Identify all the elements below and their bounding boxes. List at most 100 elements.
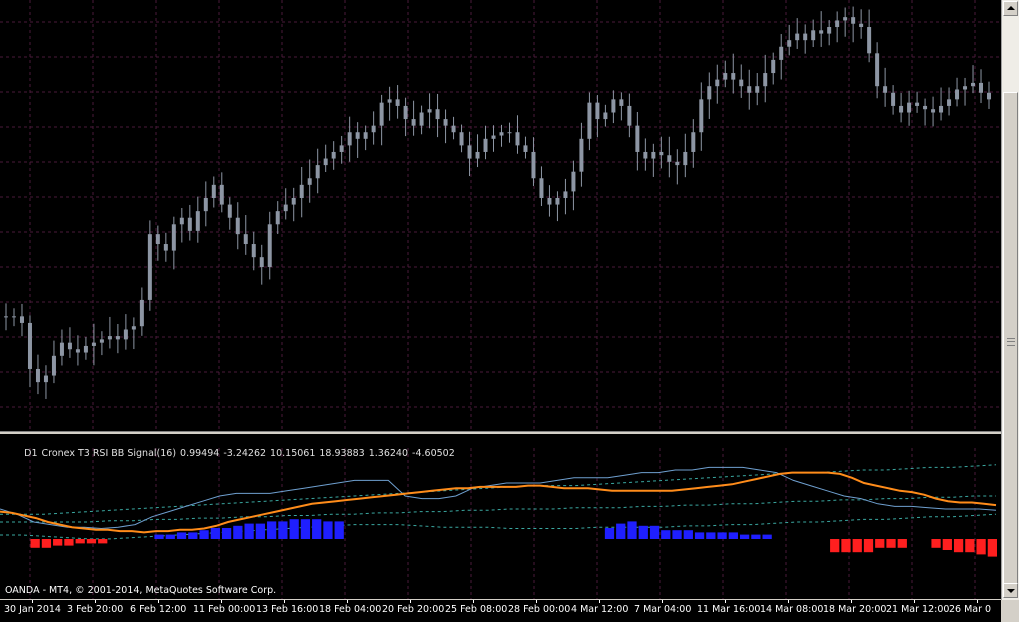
time-axis-label: 30 Jan 2014 [4, 604, 61, 615]
time-axis-label: 4 Mar 12:00 [571, 604, 629, 615]
candle-body [443, 119, 448, 126]
candle-body [291, 197, 296, 205]
candle-body [939, 105, 944, 113]
candle-body [219, 184, 224, 205]
candle-body [947, 99, 952, 106]
upper-band-line [0, 464, 997, 515]
histogram-bar-down [98, 539, 108, 544]
histogram-bar-up [278, 521, 288, 539]
histogram-bar-down [931, 539, 941, 548]
time-axis-label: 18 Feb 04:00 [319, 604, 382, 615]
time-tick [662, 600, 663, 603]
candle-body [51, 355, 56, 376]
candle-body [59, 342, 64, 356]
candle-body [227, 204, 232, 218]
candle-body [603, 112, 608, 120]
time-tick [977, 600, 978, 603]
time-axis[interactable]: 30 Jan 2014 3 Feb 20:00 6 Feb 12:00 11 Feb … [0, 600, 1001, 622]
histogram-bar-up [616, 523, 626, 539]
candle-body [787, 40, 792, 47]
candle-body [347, 132, 352, 146]
candle-body [163, 244, 168, 251]
histogram-bar-up [627, 521, 637, 539]
histogram-bar-up [649, 525, 660, 539]
price-chart-pane[interactable] [0, 0, 1001, 432]
vertical-scrollbar[interactable] [1001, 0, 1019, 600]
candle-body [563, 191, 568, 198]
candle-body [411, 119, 416, 126]
candle-body [19, 316, 24, 323]
candle-body [899, 105, 904, 113]
indicator-pane[interactable]: D1 Cronex T3 RSI BB Signal(16) 0.99494 -3.2… [0, 434, 1001, 599]
histogram-bar-up [176, 532, 187, 539]
candle-body [667, 155, 672, 162]
candle-body [371, 125, 376, 133]
candle-body [923, 105, 928, 110]
histogram-bar-up [267, 521, 277, 539]
time-tick [284, 600, 285, 603]
histogram-bar-up [672, 530, 682, 539]
histogram-bar-down [830, 539, 840, 553]
histogram-bar-up [244, 523, 254, 539]
time-tick [221, 600, 222, 603]
scroll-thumb[interactable] [1003, 92, 1018, 592]
time-tick [410, 600, 411, 603]
scroll-up-button[interactable] [1003, 1, 1018, 16]
candle-body [75, 349, 80, 353]
candle-body [739, 79, 744, 87]
candle-body [835, 20, 840, 28]
histogram-bar-down [897, 539, 907, 548]
histogram-bar-up [199, 530, 209, 539]
candle-body [715, 79, 720, 87]
candle-body [243, 234, 248, 245]
candle-body [451, 125, 456, 133]
histogram-bar-down [852, 539, 862, 553]
histogram-bar-down [953, 539, 964, 553]
candle-body [235, 217, 240, 235]
histogram-bar-up [233, 525, 243, 539]
candle-body [107, 336, 112, 340]
candle-body [323, 158, 328, 166]
candle-body [499, 132, 504, 136]
candle-body [843, 17, 848, 21]
histogram-bar-up [289, 519, 299, 539]
candle-body [891, 92, 896, 106]
histogram-bar-down [53, 539, 63, 546]
histogram-bar-down [965, 539, 975, 553]
candle-body [403, 105, 408, 120]
histogram-bar-up [154, 534, 164, 539]
scroll-down-button[interactable] [1003, 583, 1018, 598]
candle-body [707, 86, 712, 100]
time-axis-label: 14 Mar 08:00 [760, 604, 824, 615]
arrow-up-icon [1007, 6, 1015, 10]
histogram-bar-down [942, 539, 952, 550]
candle-body [491, 135, 496, 139]
histogram-bar-down [875, 539, 885, 548]
indicator-value-2: -3.24262 [223, 448, 267, 459]
chart-window[interactable]: D1 Cronex T3 RSI BB Signal(16) 0.99494 -3.2… [0, 0, 1019, 622]
candle-body [643, 151, 648, 159]
candle-body [963, 86, 968, 90]
time-tick [473, 600, 474, 603]
time-tick [347, 600, 348, 603]
candle-body [331, 151, 336, 159]
candle-body [35, 368, 40, 383]
candle-body [955, 89, 960, 100]
candle-body [483, 138, 488, 152]
histogram-bar-up [728, 532, 738, 539]
candle-body [683, 151, 688, 166]
histogram-bar-up [221, 528, 232, 539]
candle-body [619, 99, 624, 106]
candle-body [763, 73, 768, 87]
indicator-value-1: 0.99494 [180, 448, 220, 459]
candle-body [83, 345, 88, 353]
candle-body [315, 165, 320, 179]
histogram-bar-down [987, 539, 997, 557]
indicator-value-5: 1.36240 [368, 448, 409, 459]
histogram-bar-up [661, 530, 671, 539]
histogram-bar-up [706, 532, 716, 539]
time-axis-label: 11 Feb 00:00 [193, 604, 256, 615]
time-tick [725, 600, 726, 603]
histogram-bar-up [334, 521, 344, 539]
time-axis-label: 26 Mar 0 [949, 604, 992, 615]
